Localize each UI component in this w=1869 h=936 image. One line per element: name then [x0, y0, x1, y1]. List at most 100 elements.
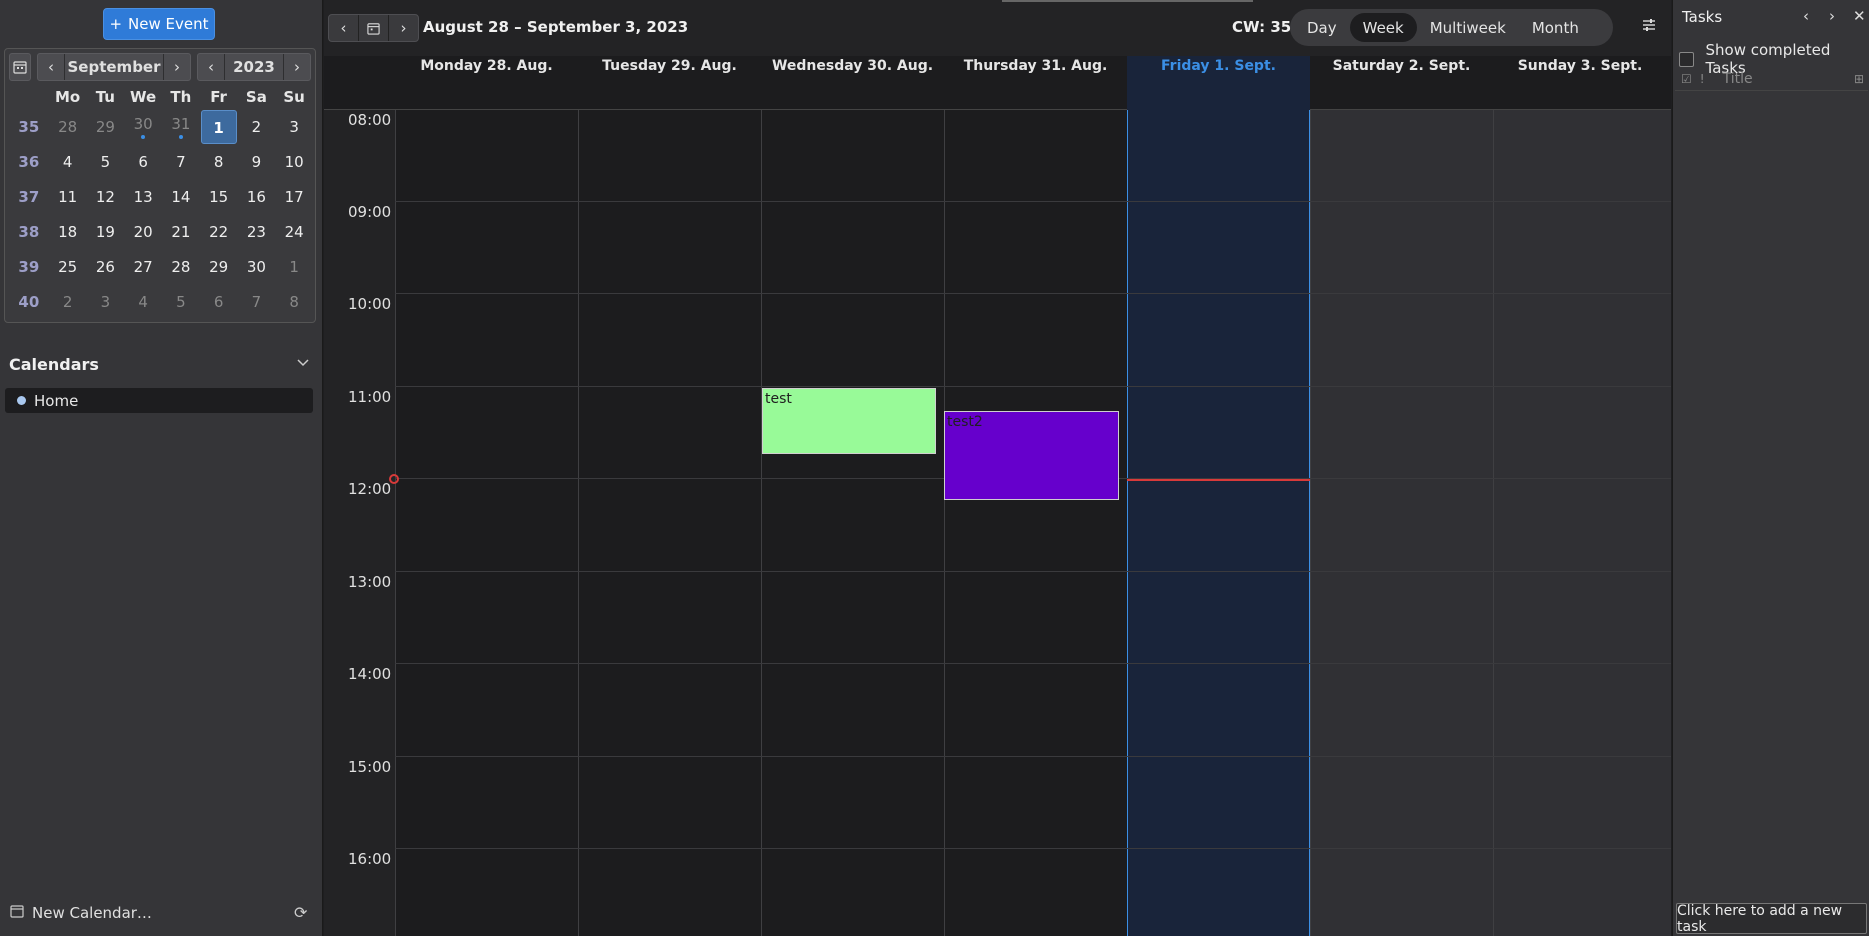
week-number[interactable]: 37	[9, 188, 49, 206]
title-column-header[interactable]: Title	[1723, 71, 1753, 87]
mini-calendar-day[interactable]: 30	[124, 115, 162, 139]
next-week-button[interactable]: ›	[389, 15, 418, 41]
day-column-weekend[interactable]	[1493, 110, 1671, 936]
day-header[interactable]: Monday 28. Aug.	[395, 56, 578, 76]
checkbox-column-icon[interactable]: ☑	[1681, 72, 1692, 86]
day-column[interactable]	[944, 110, 1127, 936]
mini-calendar-week-row: 38 18 19 20 21 22 23 24	[9, 214, 313, 249]
week-number[interactable]: 38	[9, 223, 49, 241]
mini-calendar-day[interactable]: 19	[86, 223, 124, 241]
day-header[interactable]: Tuesday 29. Aug.	[578, 56, 761, 76]
mini-calendar-day[interactable]: 3	[86, 293, 124, 311]
month-label[interactable]: September	[65, 54, 163, 80]
chevron-down-icon[interactable]	[296, 356, 310, 372]
mini-calendar-day[interactable]: 7	[237, 293, 275, 311]
mini-calendar-day[interactable]: 30	[237, 258, 275, 276]
day-column[interactable]	[578, 110, 761, 936]
year-selector: ‹ 2023 ›	[197, 53, 311, 81]
mini-calendar-day[interactable]: 15	[200, 188, 238, 206]
mini-calendar-day[interactable]: 26	[86, 258, 124, 276]
mini-calendar-day[interactable]: 10	[275, 153, 313, 171]
mini-calendar-day[interactable]: 20	[124, 223, 162, 241]
calendar-item-home[interactable]: Home	[5, 388, 313, 413]
week-number[interactable]: 35	[9, 118, 49, 136]
week-number[interactable]: 40	[9, 293, 49, 311]
week-number[interactable]: 39	[9, 258, 49, 276]
mini-calendar-day[interactable]: 21	[162, 223, 200, 241]
mini-calendar-day[interactable]: 28	[162, 258, 200, 276]
new-event-button[interactable]: + New Event	[103, 8, 215, 40]
mini-calendar-day[interactable]: 4	[124, 293, 162, 311]
sidebar: + New Event ‹ September › ‹ 2023 › Mo Tu…	[0, 0, 323, 936]
event-test2[interactable]: test2	[944, 411, 1119, 500]
column-options-icon[interactable]: ⊞	[1854, 72, 1864, 86]
mini-calendar-weeks: 35 28 29 30 31 1 2 3 36 4 5 6 7 8 9 10 37 11 12 13 14 15 16 17 3…	[9, 109, 313, 319]
mini-calendar-day[interactable]: 8	[200, 153, 238, 171]
view-month-button[interactable]: Month	[1519, 13, 1592, 42]
mini-calendar-day[interactable]: 4	[49, 153, 87, 171]
week-number[interactable]: 36	[9, 153, 49, 171]
prev-year-button[interactable]: ‹	[198, 54, 224, 80]
next-month-button[interactable]: ›	[164, 54, 190, 80]
mini-calendar-day[interactable]: 18	[49, 223, 87, 241]
mini-calendar-day-selected[interactable]: 1	[200, 109, 238, 144]
mini-calendar-day[interactable]: 11	[49, 188, 87, 206]
day-header[interactable]: Sunday 3. Sept.	[1493, 56, 1667, 76]
week-grid[interactable]: 08:00 09:00 10:00 11:00 12:00 13:00 14:0…	[324, 110, 1671, 936]
mini-calendar-day[interactable]: 5	[86, 153, 124, 171]
mini-calendar-day[interactable]: 8	[275, 293, 313, 311]
day-column[interactable]	[395, 110, 578, 936]
mini-calendar-day[interactable]: 22	[200, 223, 238, 241]
year-label[interactable]: 2023	[225, 54, 283, 80]
mini-calendar-day[interactable]: 29	[86, 118, 124, 136]
mini-calendar-day[interactable]: 1	[275, 258, 313, 276]
mini-calendar-day[interactable]: 5	[162, 293, 200, 311]
next-year-button[interactable]: ›	[284, 54, 310, 80]
mini-calendar-day[interactable]: 14	[162, 188, 200, 206]
mini-calendar-day[interactable]: 25	[49, 258, 87, 276]
mini-calendar-day[interactable]: 7	[162, 153, 200, 171]
prev-week-button[interactable]: ‹	[329, 15, 358, 41]
priority-column-icon[interactable]: !	[1700, 72, 1705, 86]
mini-calendar-day[interactable]: 9	[237, 153, 275, 171]
mini-calendar-day[interactable]: 3	[275, 118, 313, 136]
day-column-weekend[interactable]	[1310, 110, 1493, 936]
mini-calendar-day[interactable]: 16	[237, 188, 275, 206]
refresh-icon[interactable]: ⟳	[294, 903, 307, 922]
day-column[interactable]	[761, 110, 944, 936]
today-button[interactable]	[359, 15, 388, 41]
mini-calendar-day[interactable]: 29	[200, 258, 238, 276]
day-column-today[interactable]	[1127, 110, 1310, 936]
show-completed-checkbox[interactable]	[1679, 51, 1694, 67]
view-day-button[interactable]: Day	[1294, 13, 1350, 42]
mini-calendar-day[interactable]: 6	[200, 293, 238, 311]
configure-view-icon[interactable]	[1642, 18, 1656, 36]
day-header-today[interactable]: Friday 1. Sept.	[1127, 56, 1310, 110]
add-task-field[interactable]: Click here to add a new task	[1676, 903, 1867, 935]
today-calendar-icon[interactable]	[9, 53, 31, 81]
new-calendar-button[interactable]: New Calendar…	[10, 904, 152, 922]
mini-calendar-day[interactable]: 28	[49, 118, 87, 136]
mini-calendar-day[interactable]: 2	[237, 118, 275, 136]
weekday-label: Tu	[95, 88, 115, 106]
mini-calendar-day[interactable]: 27	[124, 258, 162, 276]
chevron-left-icon[interactable]: ‹	[1803, 7, 1809, 25]
day-header[interactable]: Wednesday 30. Aug.	[761, 56, 944, 76]
mini-calendar-day[interactable]: 31	[162, 115, 200, 139]
day-header[interactable]: Saturday 2. Sept.	[1310, 56, 1493, 76]
view-week-button[interactable]: Week	[1349, 13, 1417, 42]
mini-calendar-day[interactable]: 12	[86, 188, 124, 206]
mini-calendar-day[interactable]: 6	[124, 153, 162, 171]
hour-label: 10:00	[348, 295, 392, 313]
chevron-right-icon[interactable]: ›	[1829, 7, 1835, 25]
mini-calendar-day[interactable]: 24	[275, 223, 313, 241]
mini-calendar-day[interactable]: 23	[237, 223, 275, 241]
mini-calendar-day[interactable]: 2	[49, 293, 87, 311]
event-test[interactable]: test	[762, 388, 936, 454]
view-multiweek-button[interactable]: Multiweek	[1417, 13, 1519, 42]
close-icon[interactable]: ✕	[1853, 7, 1866, 25]
day-header[interactable]: Thursday 31. Aug.	[944, 56, 1127, 76]
mini-calendar-day[interactable]: 17	[275, 188, 313, 206]
mini-calendar-day[interactable]: 13	[124, 188, 162, 206]
prev-month-button[interactable]: ‹	[38, 54, 64, 80]
